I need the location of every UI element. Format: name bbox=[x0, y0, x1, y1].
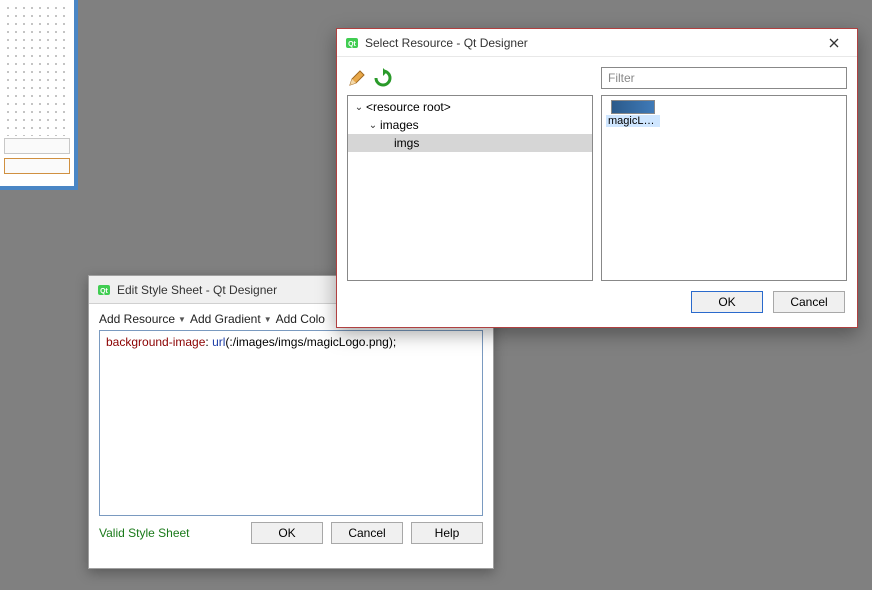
chevron-down-icon: ⌄ bbox=[366, 120, 380, 131]
validation-status: Valid Style Sheet bbox=[99, 526, 243, 540]
add-resource-label: Add Resource bbox=[99, 312, 175, 326]
select-resource-body: ⌄ <resource root> ⌄ images imgs bbox=[337, 57, 857, 281]
filter-input[interactable] bbox=[601, 67, 847, 89]
select-resource-window: Qt Select Resource - Qt Designer ⌄ <reso bbox=[336, 28, 858, 328]
edit-resources-button[interactable] bbox=[347, 68, 367, 88]
tree-label-images: images bbox=[380, 118, 419, 132]
css-url-keyword: url bbox=[212, 335, 225, 349]
cancel-button[interactable]: Cancel bbox=[773, 291, 845, 313]
resource-thumbnail-magiclogo[interactable]: magicLo... bbox=[606, 100, 660, 127]
svg-text:Qt: Qt bbox=[348, 41, 356, 48]
filter-row bbox=[601, 65, 847, 91]
reload-button[interactable] bbox=[373, 68, 393, 88]
ok-button[interactable]: OK bbox=[251, 522, 323, 544]
tree-row-images[interactable]: ⌄ images bbox=[348, 116, 592, 134]
pencil-icon bbox=[347, 68, 367, 88]
add-resource-dropdown[interactable]: Add Resource ▼ bbox=[99, 312, 186, 326]
thumbnail-panel[interactable]: magicLo... bbox=[601, 95, 847, 281]
window-title: Select Resource - Qt Designer bbox=[365, 36, 528, 50]
thumbnail-caption: magicLo... bbox=[606, 115, 660, 127]
add-gradient-label: Add Gradient bbox=[190, 312, 261, 326]
chevron-down-icon: ⌄ bbox=[352, 102, 366, 113]
tree-row-root[interactable]: ⌄ <resource root> bbox=[348, 98, 592, 116]
reload-icon bbox=[373, 68, 393, 88]
add-color-label: Add Colo bbox=[276, 312, 325, 326]
add-color-dropdown[interactable]: Add Colo bbox=[276, 312, 325, 326]
resource-tree-pane: ⌄ <resource root> ⌄ images imgs bbox=[347, 65, 593, 281]
css-property: background-image bbox=[106, 335, 205, 349]
style-footer: Valid Style Sheet OK Cancel Help bbox=[89, 516, 493, 550]
designer-canvas-fragment bbox=[0, 0, 78, 190]
window-titlebar[interactable]: Qt Select Resource - Qt Designer bbox=[337, 29, 857, 57]
resource-preview-pane: magicLo... bbox=[601, 65, 847, 281]
close-icon bbox=[829, 38, 839, 48]
thumbnail-image bbox=[611, 100, 655, 114]
tree-tools bbox=[347, 65, 593, 91]
resource-tree-panel[interactable]: ⌄ <resource root> ⌄ images imgs bbox=[347, 95, 593, 281]
tree-label-imgs: imgs bbox=[394, 136, 419, 150]
qt-icon: Qt bbox=[97, 283, 111, 297]
thumbnail-grid: magicLo... bbox=[602, 96, 846, 131]
add-gradient-dropdown[interactable]: Add Gradient ▼ bbox=[190, 312, 272, 326]
resource-tree: ⌄ <resource root> ⌄ images imgs bbox=[348, 96, 592, 152]
canvas-grid bbox=[4, 4, 70, 136]
css-value: (:/images/imgs/magicLogo.png); bbox=[225, 335, 396, 349]
select-resource-footer: OK Cancel bbox=[337, 281, 857, 323]
svg-text:Qt: Qt bbox=[100, 288, 108, 295]
help-button[interactable]: Help bbox=[411, 522, 483, 544]
tree-label-root: <resource root> bbox=[366, 100, 451, 114]
chevron-down-icon: ▼ bbox=[264, 315, 272, 324]
canvas-widgets bbox=[4, 138, 70, 178]
window-title: Edit Style Sheet - Qt Designer bbox=[117, 283, 277, 297]
qt-icon: Qt bbox=[345, 36, 359, 50]
widget-bar bbox=[4, 138, 70, 154]
close-button[interactable] bbox=[819, 33, 849, 53]
ok-button[interactable]: OK bbox=[691, 291, 763, 313]
chevron-down-icon: ▼ bbox=[178, 315, 186, 324]
widget-bar-selected bbox=[4, 158, 70, 174]
tree-row-imgs[interactable]: imgs bbox=[348, 134, 592, 152]
stylesheet-editor[interactable]: background-image: url(:/images/imgs/magi… bbox=[99, 330, 483, 516]
cancel-button[interactable]: Cancel bbox=[331, 522, 403, 544]
